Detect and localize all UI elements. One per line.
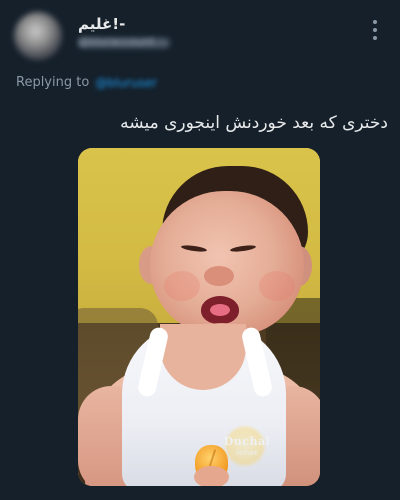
baby-left-cheek (164, 271, 200, 301)
baby-nose (204, 266, 234, 286)
tweet-text: دختری که بعد خوردنش اینجوری میشه (120, 113, 388, 133)
tweet-card: غلیم!- @bluraccount Replying to @bluruse… (0, 0, 400, 500)
watermark-subtext: PICTURE (236, 451, 258, 457)
display-name[interactable]: غلیم!- (78, 15, 125, 33)
tweet-image[interactable]: Duchal PICTURE (78, 148, 320, 486)
watermark: Duchal PICTURE (211, 424, 283, 472)
baby-right-cheek (259, 271, 295, 301)
baby-mouth (201, 296, 239, 324)
reply-mention-link[interactable]: @bluruser (95, 76, 157, 90)
more-options-button[interactable] (370, 20, 380, 40)
more-dot-icon (373, 20, 377, 24)
replying-to-line: Replying to @bluruser (16, 75, 157, 90)
username[interactable]: @bluraccount (78, 35, 154, 48)
more-dot-icon (373, 36, 377, 40)
baby-tongue (210, 304, 230, 316)
watermark-text: Duchal (223, 435, 271, 448)
more-dot-icon (373, 28, 377, 32)
replying-to-label: Replying to (16, 75, 90, 90)
avatar[interactable] (14, 12, 62, 60)
